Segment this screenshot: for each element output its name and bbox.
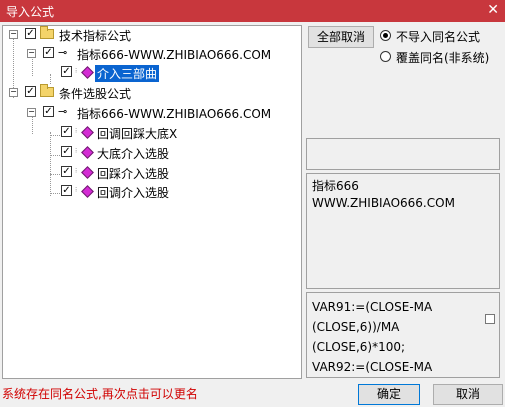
- formula-tree[interactable]: − ✓ 技术指标公式 − ✓ ⊸ 指标666-WWW.ZHIBIAO666.CO…: [2, 25, 302, 379]
- group-label: 条件选股公式: [59, 87, 132, 101]
- author-checkbox[interactable]: ✓: [43, 47, 54, 58]
- tree-dots: ⁝: [75, 67, 78, 75]
- description-text: 指标666 WWW.ZHIBIAO666.COM: [312, 178, 455, 212]
- author-checkbox[interactable]: ✓: [43, 106, 54, 117]
- formula-label[interactable]: 回踩介入选股: [97, 165, 169, 182]
- key-icon: ⊸: [58, 105, 68, 118]
- description-line: WWW.ZHIBIAO666.COM: [312, 196, 455, 210]
- group-checkbox[interactable]: ✓: [25, 86, 36, 97]
- formula-label[interactable]: 回调回踩大底X: [97, 125, 177, 142]
- radio-label: 不导入同名公式: [396, 30, 481, 44]
- panel-toggle-box[interactable]: [485, 314, 495, 324]
- ok-button[interactable]: 确定: [358, 384, 420, 405]
- formula-icon: [81, 146, 94, 159]
- group-checkbox[interactable]: ✓: [25, 28, 36, 39]
- close-icon[interactable]: ✕: [487, 2, 499, 18]
- tree-dots: ⁝: [75, 147, 78, 155]
- formula-source-panel[interactable]: VAR91:=(CLOSE-MA (CLOSE,6))/MA (CLOSE,6)…: [306, 292, 500, 378]
- formula-checkbox[interactable]: ✓: [61, 146, 72, 157]
- formula-checkbox[interactable]: ✓: [61, 185, 72, 196]
- tree-dots: ⁝: [75, 167, 78, 175]
- formula-checkbox[interactable]: ✓: [61, 166, 72, 177]
- key-icon: ⊸: [58, 46, 68, 59]
- folder-icon: [40, 26, 54, 39]
- formula-checkbox[interactable]: ✓: [61, 126, 72, 137]
- tree-line: [32, 56, 33, 76]
- radio-dot[interactable]: [380, 51, 391, 62]
- formula-source-text: VAR91:=(CLOSE-MA (CLOSE,6))/MA (CLOSE,6)…: [312, 300, 433, 374]
- description-line: 指标666: [312, 179, 359, 193]
- empty-field: [306, 138, 500, 170]
- formula-icon: [81, 126, 94, 139]
- formula-label[interactable]: 回调介入选股: [97, 184, 169, 201]
- radio-label: 覆盖同名(非系统): [396, 51, 490, 65]
- folder-icon: [40, 84, 54, 97]
- tree-dots: ⁝: [75, 186, 78, 194]
- formula-label[interactable]: 介入三部曲: [95, 65, 160, 82]
- cancel-button[interactable]: 取消: [433, 384, 503, 405]
- formula-icon: [81, 66, 94, 79]
- status-message: 系统存在同名公式,再次点击可以更名: [2, 387, 198, 401]
- tree-line: [32, 114, 33, 134]
- author-label: 指标666-WWW.ZHIBIAO666.COM: [77, 107, 272, 121]
- tree-line: [50, 132, 51, 196]
- tree-dots: ⁝: [75, 127, 78, 135]
- cancel-all-button[interactable]: 全部取消: [308, 26, 374, 48]
- description-panel: 指标666 WWW.ZHIBIAO666.COM: [306, 173, 500, 289]
- tree-line: [50, 74, 51, 84]
- formula-label[interactable]: 大底介入选股: [97, 145, 169, 162]
- title-bar: 导入公式 ✕: [0, 0, 505, 22]
- window-title: 导入公式: [6, 5, 55, 19]
- group-label: 技术指标公式: [59, 29, 132, 43]
- collapse-icon[interactable]: −: [27, 108, 36, 117]
- formula-icon: [81, 185, 94, 198]
- collapse-icon[interactable]: −: [9, 88, 18, 97]
- author-label: 指标666-WWW.ZHIBIAO666.COM: [77, 48, 272, 62]
- collapse-icon[interactable]: −: [9, 30, 18, 39]
- formula-checkbox[interactable]: ✓: [61, 66, 72, 77]
- formula-icon: [81, 166, 94, 179]
- radio-dot[interactable]: [380, 30, 391, 41]
- collapse-icon[interactable]: −: [27, 49, 36, 58]
